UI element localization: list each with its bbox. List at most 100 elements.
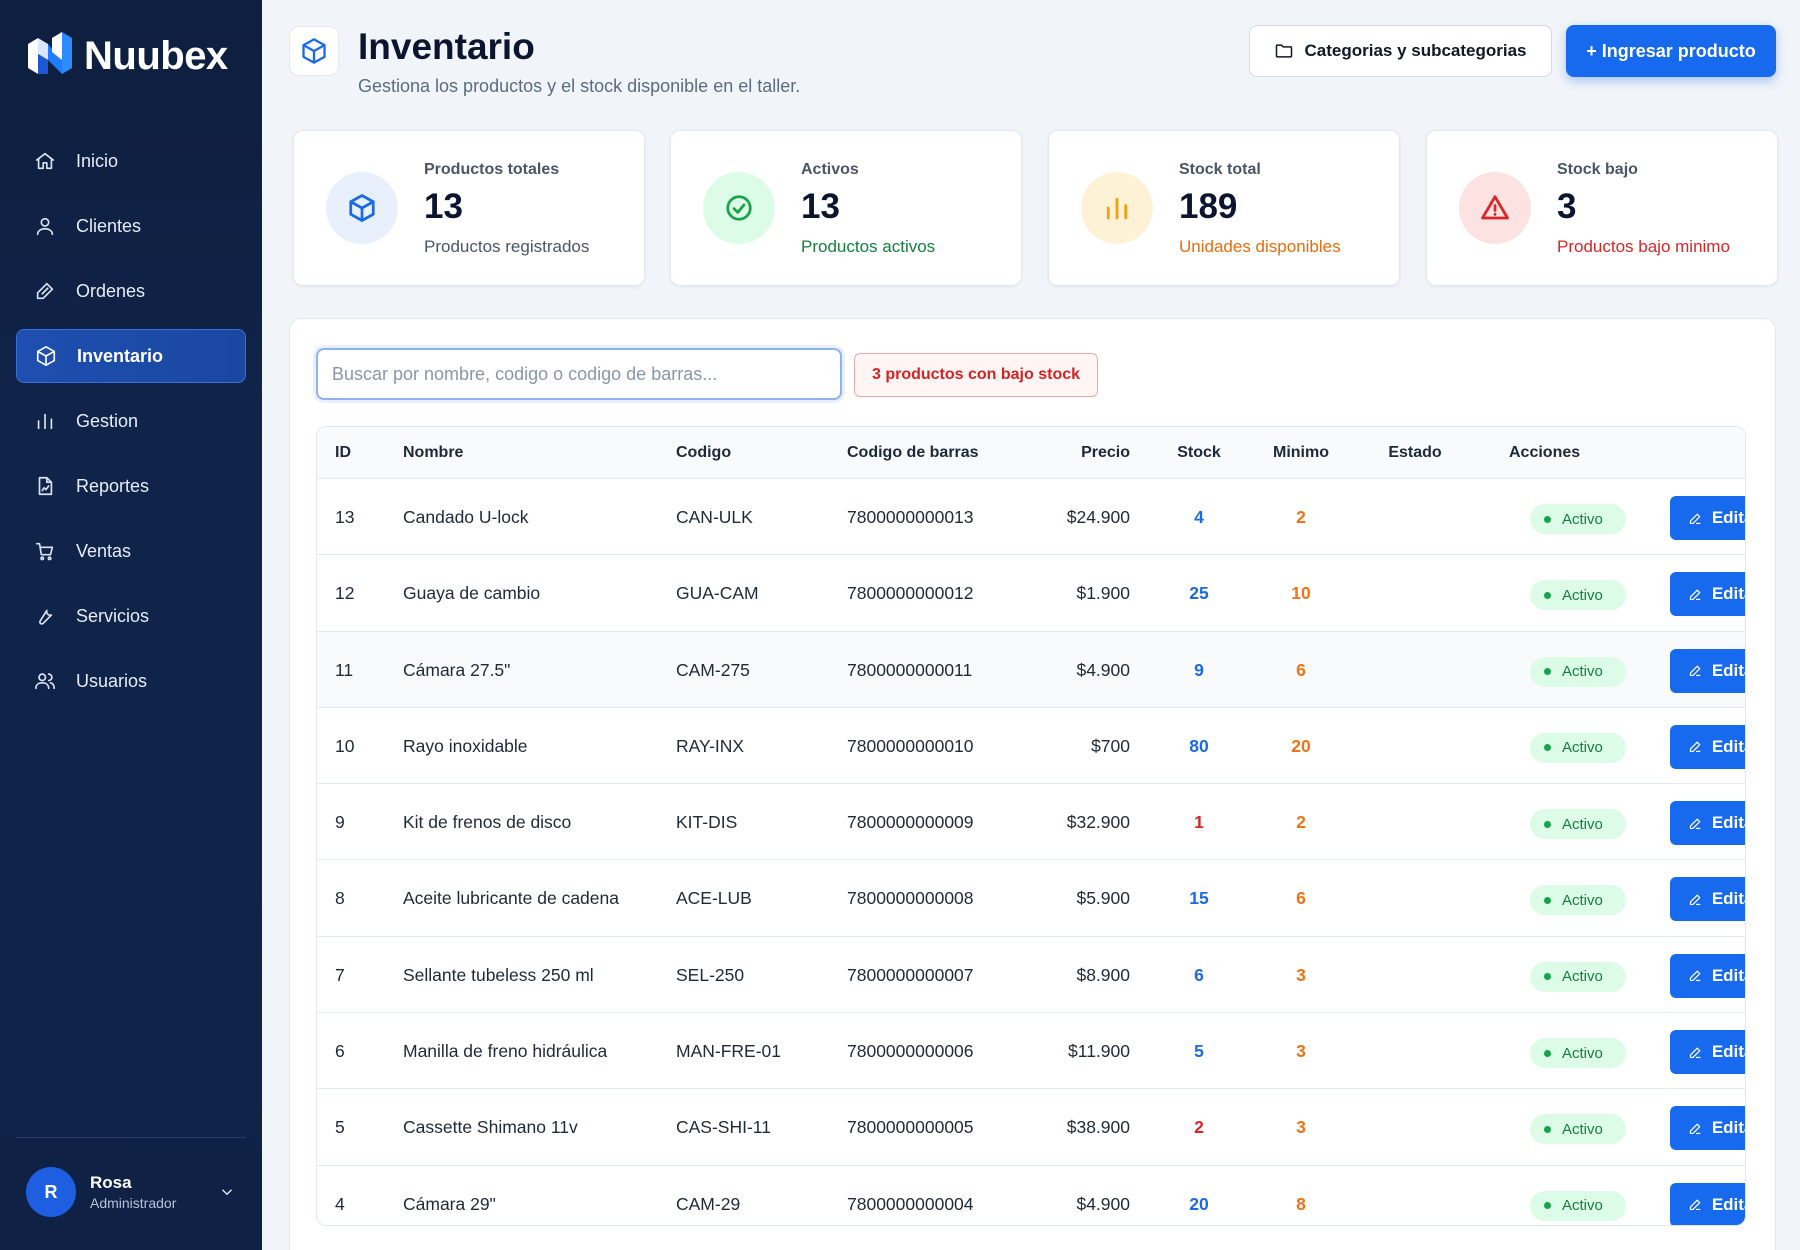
col-estado[interactable]: Estado <box>1375 444 1455 462</box>
col-precio[interactable]: Precio <box>1030 444 1130 462</box>
table-row[interactable]: 12 Guaya de cambio GUA-CAM 7800000000012 $1.… <box>317 555 1745 632</box>
table-row[interactable]: 9 Kit de frenos de disco KIT-DIS 7800000000… <box>317 784 1745 861</box>
status-dot <box>1544 591 1551 599</box>
status-label: Activo <box>1562 586 1603 604</box>
cell-precio: $11.900 <box>1068 1041 1130 1062</box>
col-id[interactable]: ID <box>335 444 351 462</box>
sidebar-item-reportes[interactable]: Reportes <box>16 459 246 513</box>
page-title: Inventario <box>358 26 535 67</box>
cell-id: 7 <box>335 964 345 985</box>
edit-button[interactable]: Editar <box>1670 572 1745 617</box>
pencil-icon <box>1689 818 1701 829</box>
search-input[interactable] <box>316 348 842 400</box>
cell-precio: $8.900 <box>1076 964 1130 985</box>
edit-button[interactable]: Editar <box>1670 724 1745 769</box>
nuubex-logo-icon <box>28 32 72 74</box>
stat-description: Productos bajo minimo <box>1557 237 1730 256</box>
edit-button-label: Editar <box>1711 1042 1745 1062</box>
status-dot <box>1544 668 1551 676</box>
sidebar-item-ordenes[interactable]: Ordenes <box>16 264 246 318</box>
sidebar-nav: Inicio Clientes Ordenes Inventario Gestion Re… <box>16 134 246 719</box>
sidebar-item-label: Clientes <box>76 215 142 236</box>
cell-codigo: CAN-ULK <box>676 507 753 527</box>
table-row[interactable]: 7 Sellante tubeless 250 ml SEL-250 78000000… <box>317 937 1745 1014</box>
pencil-icon <box>1689 970 1701 982</box>
stat-value: 189 <box>1179 187 1238 226</box>
cell-id: 9 <box>335 812 345 833</box>
user-icon <box>34 215 56 237</box>
table-row[interactable]: 11 Cámara 27.5" CAM-275 7800000000011 $4.900… <box>317 631 1745 708</box>
table-header: ID Nombre Codigo Codigo de barras Precio… <box>317 427 1745 479</box>
cell-codigo: SEL-250 <box>676 964 745 985</box>
cell-precio: $5.900 <box>1076 888 1130 909</box>
stat-stock-total-card: Stock total 189 Unidades disponibles <box>1048 130 1400 286</box>
tag-icon <box>34 280 56 302</box>
cell-minimo: 8 <box>1296 1193 1306 1214</box>
sidebar-item-label: Inventario <box>77 345 164 366</box>
categories-button[interactable]: Categorias y subcategorias <box>1249 25 1552 77</box>
edit-button[interactable]: Editar <box>1670 1030 1745 1075</box>
table-row[interactable]: 6 Manilla de freno hidráulica MAN-FRE-01 78… <box>317 1013 1745 1090</box>
col-codigo[interactable]: Codigo <box>676 444 731 462</box>
edit-button[interactable]: Editar <box>1670 953 1745 998</box>
sidebar-item-usuarios[interactable]: Usuarios <box>16 654 246 708</box>
brand-name: Nuubex <box>84 33 228 78</box>
cell-minimo: 2 <box>1296 507 1306 527</box>
col-stock[interactable]: Stock <box>1159 444 1239 462</box>
user-menu[interactable]: R Rosa Administrador <box>26 1167 236 1217</box>
inventory-table: ID Nombre Codigo Codigo de barras Precio… <box>316 426 1746 1226</box>
edit-button[interactable]: Editar <box>1670 1106 1745 1151</box>
cell-stock: 6 <box>1194 964 1204 985</box>
edit-button[interactable]: Editar <box>1670 877 1745 922</box>
status-label: Activo <box>1562 891 1603 909</box>
chevron-down-icon[interactable] <box>218 1183 236 1201</box>
sidebar-item-clientes[interactable]: Clientes <box>16 199 246 253</box>
stat-label: Activos <box>801 161 859 178</box>
status-dot <box>1544 744 1551 752</box>
pencil-icon <box>1689 1199 1701 1211</box>
cell-codigo: CAM-275 <box>676 659 750 680</box>
sidebar-item-gestion[interactable]: Gestion <box>16 394 246 448</box>
sidebar-item-inventario[interactable]: Inventario <box>16 329 246 383</box>
status-badge: Activo <box>1530 809 1626 840</box>
table-row[interactable]: 4 Cámara 29" CAM-29 7800000000004 $4.900 20 8 A… <box>317 1166 1745 1225</box>
stat-activos-card: Activos 13 Productos activos <box>670 130 1022 286</box>
table-row[interactable]: 8 Aceite lubricante de cadena ACE-LUB 78000… <box>317 860 1745 937</box>
edit-button[interactable]: Editar <box>1670 496 1745 540</box>
cell-stock: 1 <box>1194 812 1204 833</box>
low-stock-badge[interactable]: 3 productos con bajo stock <box>854 353 1098 397</box>
add-product-button[interactable]: + Ingresar producto <box>1566 25 1776 77</box>
warning-icon <box>1459 172 1531 244</box>
col-acciones: Acciones <box>1509 444 1581 461</box>
edit-button-label: Editar <box>1711 660 1745 680</box>
pencil-icon <box>1689 894 1701 906</box>
brand-logo[interactable]: Nuubex <box>24 30 228 82</box>
edit-button-label: Editar <box>1711 584 1745 604</box>
check-circle-icon <box>703 172 775 244</box>
table-row[interactable]: 5 Cassette Shimano 11v CAS-SHI-11 780000000… <box>317 1089 1745 1166</box>
table-row[interactable]: 13 Candado U-lock CAN-ULK 7800000000013 $24.… <box>317 479 1745 556</box>
sidebar-item-label: Inicio <box>76 150 119 171</box>
cell-stock: 4 <box>1194 507 1204 527</box>
sidebar-item-inicio[interactable]: Inicio <box>16 134 246 188</box>
sidebar-item-ventas[interactable]: Ventas <box>16 524 246 578</box>
edit-button[interactable]: Editar <box>1670 1182 1745 1225</box>
stat-description: Unidades disponibles <box>1179 237 1341 256</box>
cell-codigo: GUA-CAM <box>676 583 759 604</box>
col-minimo[interactable]: Minimo <box>1261 444 1341 462</box>
sidebar-divider <box>16 1137 246 1138</box>
col-codigo-barras[interactable]: Codigo de barras <box>847 444 979 462</box>
col-nombre[interactable]: Nombre <box>403 444 463 462</box>
box-icon <box>35 345 57 367</box>
sidebar-item-servicios[interactable]: Servicios <box>16 589 246 643</box>
table-row[interactable]: 10 Rayo inoxidable RAY-INX 7800000000010 $70… <box>317 708 1745 785</box>
edit-button[interactable]: Editar <box>1670 801 1745 846</box>
cell-id: 4 <box>335 1193 345 1214</box>
status-badge: Activo <box>1530 1038 1626 1069</box>
edit-button[interactable]: Editar <box>1670 648 1745 693</box>
sidebar-item-label: Ordenes <box>76 280 146 301</box>
sidebar-item-label: Servicios <box>76 605 150 626</box>
user-role: Administrador <box>90 1195 177 1211</box>
cell-codigo-barras: 7800000000011 <box>847 659 973 680</box>
cell-nombre: Candado U-lock <box>403 507 529 527</box>
